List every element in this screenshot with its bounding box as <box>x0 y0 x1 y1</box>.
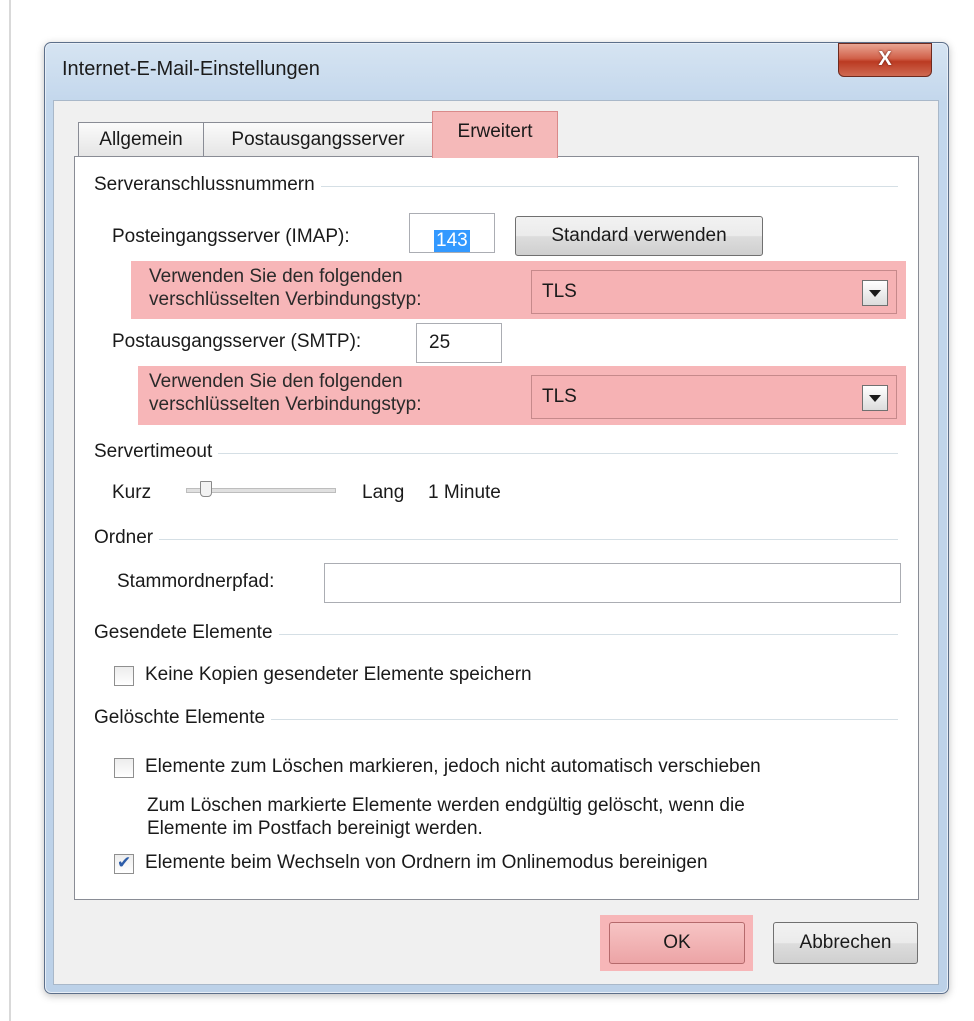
purge-on-switch-label[interactable]: Elemente beim Wechseln von Ordnern im On… <box>145 852 708 874</box>
mark-for-deletion-checkbox[interactable] <box>114 758 134 778</box>
outgoing-encryption-value: TLS <box>542 386 577 407</box>
incoming-encryption-select[interactable]: TLS <box>531 270 897 314</box>
page-edge <box>9 0 11 1021</box>
timeout-long-label: Lang <box>362 482 405 503</box>
outgoing-port-value: 25 <box>429 332 451 353</box>
group-divider <box>98 539 898 540</box>
root-folder-path-label: Stammordnerpfad: <box>117 571 275 592</box>
outgoing-port-input[interactable]: 25 <box>416 323 502 363</box>
timeout-short-label: Kurz <box>112 482 152 503</box>
deletion-note-line2: Elemente im Postfach bereinigt werden. <box>147 818 483 839</box>
group-label-server-timeout: Servertimeout <box>94 441 219 463</box>
mark-for-deletion-label[interactable]: Elemente zum Löschen markieren, jedoch n… <box>145 756 761 778</box>
group-label-server-ports: Serveranschlussnummern <box>94 174 321 196</box>
cancel-button[interactable]: Abbrechen <box>773 922 918 964</box>
use-default-button[interactable]: Standard verwenden <box>515 216 763 256</box>
tab-postausgangsserver[interactable]: Postausgangsserver <box>203 122 433 157</box>
root-folder-path-input[interactable] <box>324 563 901 603</box>
group-label-folders: Ordner <box>94 527 160 549</box>
outgoing-encryption-label-line2: verschlüsselten Verbindungstyp: <box>149 394 422 415</box>
incoming-port-label: Posteingangsserver (IMAP): <box>112 226 350 247</box>
incoming-encryption-label-line2: verschlüsselten Verbindungstyp: <box>149 289 422 310</box>
purge-on-switch-checkbox[interactable] <box>114 853 134 874</box>
tab-allgemein[interactable]: Allgemein <box>78 122 204 157</box>
incoming-port-value: 143 <box>434 230 470 252</box>
incoming-port-input[interactable]: 143 <box>409 213 495 253</box>
dropdown-arrow-icon[interactable] <box>862 385 888 411</box>
timeout-value: 1 Minute <box>428 482 501 503</box>
group-label-deleted-items: Gelöschte Elemente <box>94 707 272 729</box>
dropdown-arrow-icon[interactable] <box>862 280 888 306</box>
tab-erweitert[interactable]: Erweitert <box>432 111 558 158</box>
window-title: Internet-E-Mail-Einstellungen <box>62 58 320 80</box>
no-copies-checkbox[interactable] <box>114 666 134 686</box>
incoming-encryption-value: TLS <box>542 281 577 302</box>
timeout-slider-thumb[interactable] <box>199 481 212 497</box>
outgoing-encryption-select[interactable]: TLS <box>531 375 897 419</box>
group-label-sent-items: Gesendete Elemente <box>94 622 279 644</box>
deletion-note-line1: Zum Löschen markierte Elemente werden en… <box>147 795 745 816</box>
close-button[interactable]: X <box>838 43 932 77</box>
no-copies-label[interactable]: Keine Kopien gesendeter Elemente speiche… <box>145 664 532 686</box>
incoming-encryption-label-line1: Verwenden Sie den folgenden <box>149 266 403 287</box>
ok-button[interactable]: OK <box>609 922 745 964</box>
outgoing-encryption-label-line1: Verwenden Sie den folgenden <box>149 371 403 392</box>
outgoing-port-label: Postausgangsserver (SMTP): <box>112 331 362 352</box>
